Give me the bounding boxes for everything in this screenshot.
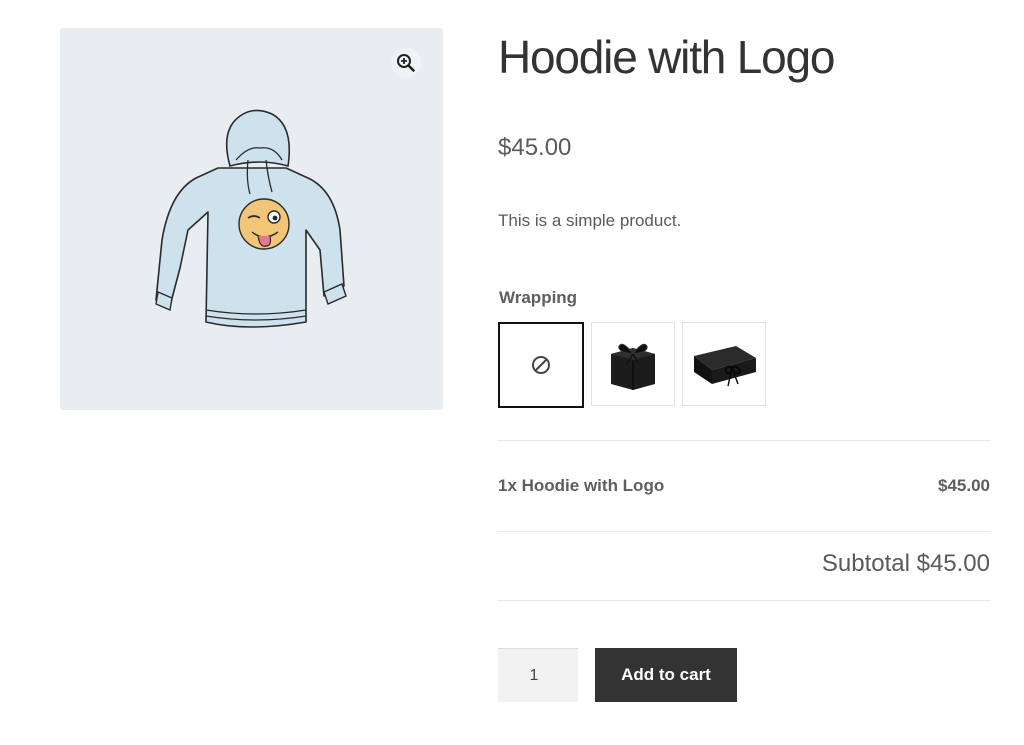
product-title: Hoodie with Logo	[498, 31, 835, 83]
line-item: 1x Hoodie with Logo $45.00	[498, 476, 990, 496]
zoom-in-icon[interactable]	[391, 48, 421, 78]
add-to-cart-button[interactable]: Add to cart	[595, 648, 737, 702]
divider	[498, 440, 990, 441]
gift-box-ribbon-icon	[694, 346, 756, 387]
quantity-input[interactable]	[498, 648, 578, 702]
gift-box-ribbon-option[interactable]	[682, 322, 766, 406]
subtotal: Subtotal $45.00	[821, 550, 990, 577]
product-gallery	[60, 28, 443, 410]
divider	[498, 600, 990, 601]
line-item-amount: $45.00	[938, 476, 990, 495]
product-price: $45.00	[498, 134, 572, 161]
no-wrapping-icon	[532, 356, 550, 374]
line-item-label: 1x Hoodie with Logo	[498, 476, 665, 495]
wrapping-label: Wrapping	[499, 288, 578, 307]
no-wrapping-option[interactable]	[498, 322, 584, 408]
hoodie-image[interactable]	[148, 100, 353, 340]
divider	[498, 531, 990, 532]
gift-box-option[interactable]	[591, 322, 675, 406]
product-description: This is a simple product.	[498, 211, 682, 230]
gift-box-icon	[611, 343, 655, 390]
